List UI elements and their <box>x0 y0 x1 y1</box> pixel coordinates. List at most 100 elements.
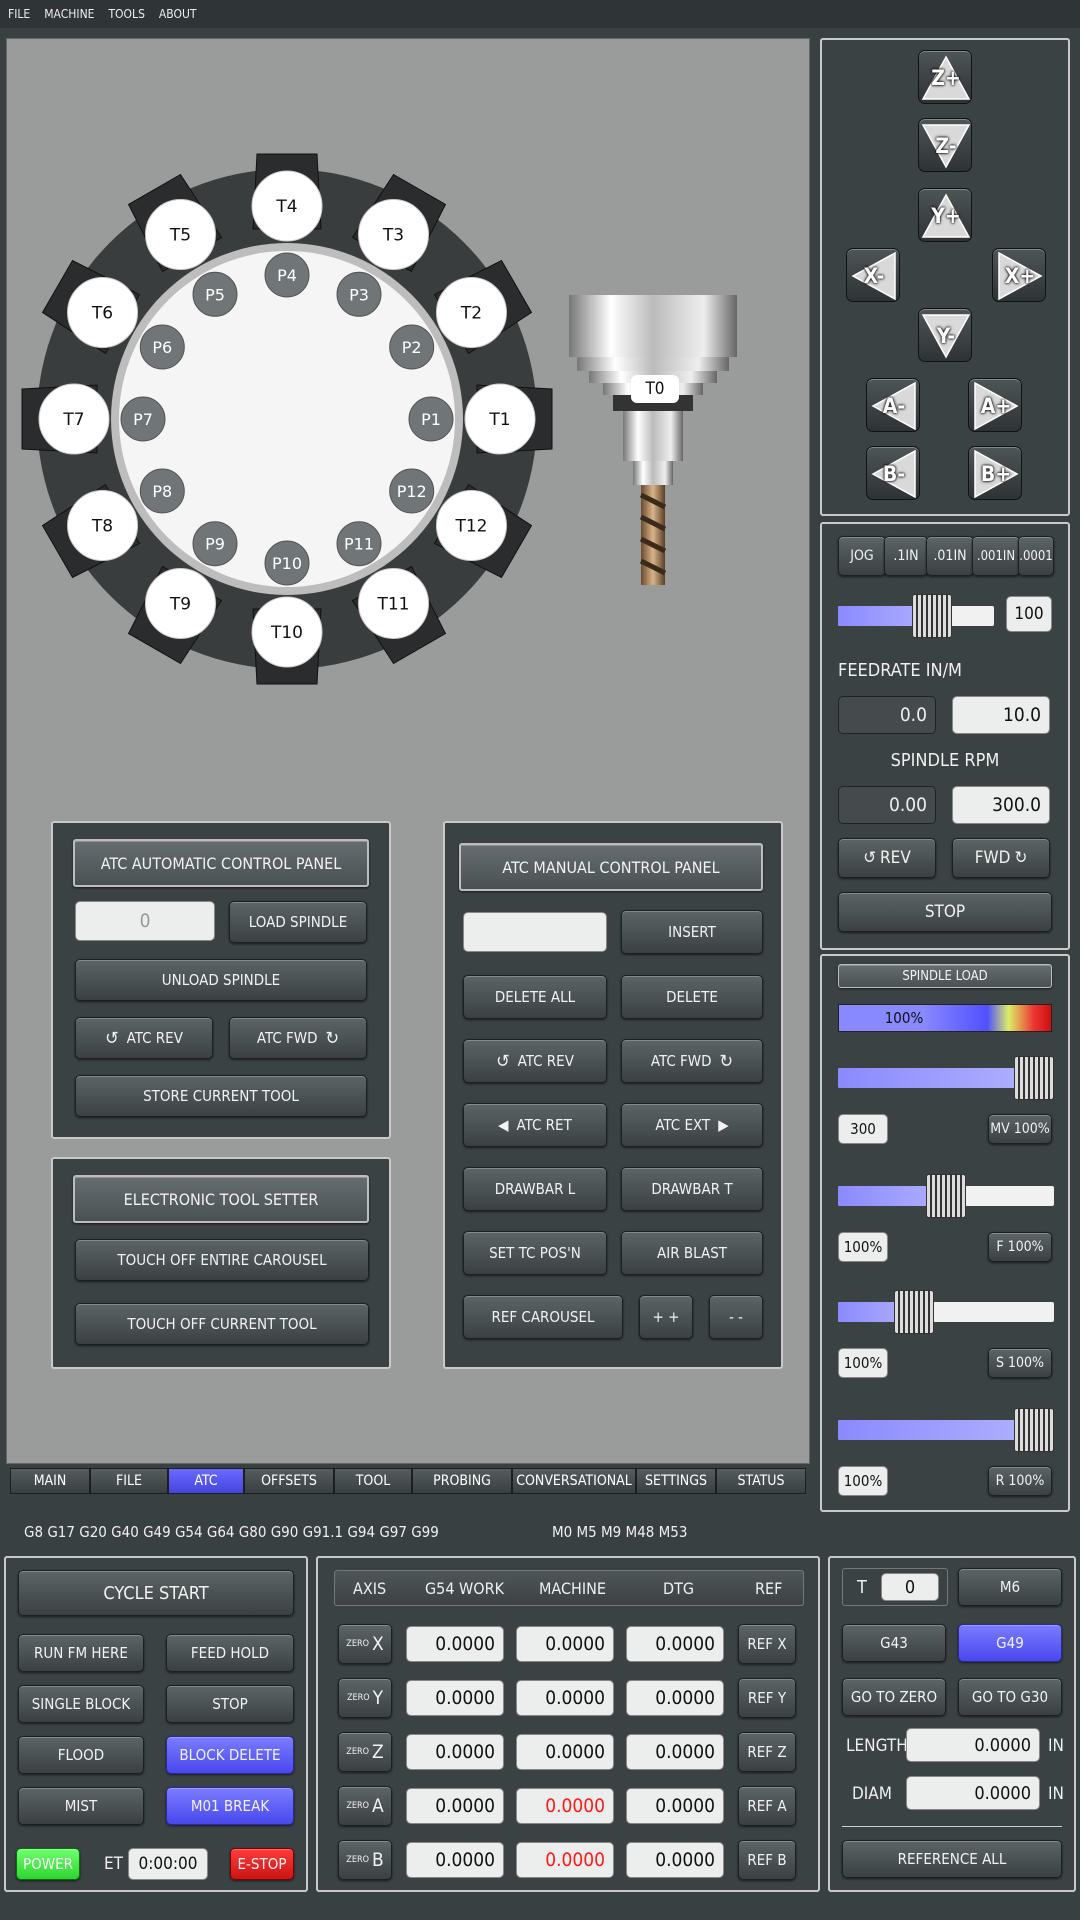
carousel-pocket-tool[interactable]: T6 <box>67 277 139 348</box>
tab-status[interactable]: STATUS <box>716 1468 806 1494</box>
load-spindle-button[interactable]: LOAD SPINDLE <box>229 901 367 943</box>
jog-mode-point0001[interactable]: .0001 <box>1018 536 1054 576</box>
block-delete-button[interactable]: BLOCK DELETE <box>166 1736 294 1774</box>
jog-rate-handle[interactable] <box>911 594 952 638</box>
spindle-override-reset-button[interactable]: S 100% <box>988 1348 1052 1378</box>
ref-y-button[interactable]: REF Y <box>738 1678 796 1718</box>
manual-atc-fwd-button[interactable]: ATC FWD ↻ <box>621 1039 763 1083</box>
mist-button[interactable]: MIST <box>18 1787 144 1825</box>
insert-button[interactable]: INSERT <box>621 910 763 954</box>
dro-y-work[interactable]: 0.0000 <box>406 1680 504 1716</box>
atc-ret-button[interactable]: ◀ ATC RET <box>463 1103 607 1147</box>
carousel-pocket-tool[interactable]: T3 <box>358 199 429 271</box>
touch-off-entire-carousel-button[interactable]: TOUCH OFF ENTIRE CAROUSEL <box>75 1239 369 1281</box>
menu-about[interactable]: ABOUT <box>159 7 197 21</box>
carousel-pocket-tool[interactable]: T10 <box>251 596 323 668</box>
tool-number-field[interactable]: 0 <box>881 1573 939 1601</box>
g49-button[interactable]: G49 <box>958 1624 1062 1662</box>
program-stop-button[interactable]: STOP <box>166 1685 294 1723</box>
touch-off-current-tool-button[interactable]: TOUCH OFF CURRENT TOOL <box>75 1303 369 1345</box>
tab-atc[interactable]: ATC <box>168 1468 244 1494</box>
feed-override-handle[interactable] <box>926 1174 966 1218</box>
jog-b+-button[interactable]: B+ <box>968 446 1022 500</box>
m6-button[interactable]: M6 <box>958 1568 1062 1606</box>
set-tc-position-button[interactable]: SET TC POS'N <box>463 1231 607 1275</box>
zero-y-button[interactable]: ZERO Y <box>338 1678 392 1718</box>
single-block-button[interactable]: SINGLE BLOCK <box>18 1685 144 1723</box>
ref-a-button[interactable]: REF A <box>738 1786 796 1826</box>
tab-probing[interactable]: PROBING <box>412 1468 512 1494</box>
tab-offsets[interactable]: OFFSETS <box>244 1468 334 1494</box>
feedrate-set-field[interactable]: 10.0 <box>952 696 1050 734</box>
jog-x--button[interactable]: X- <box>846 248 900 302</box>
run-from-here-button[interactable]: RUN FM HERE <box>18 1634 144 1672</box>
mv-override-reset-button[interactable]: MV 100% <box>988 1114 1052 1144</box>
menu-tools[interactable]: TOOLS <box>108 7 144 21</box>
tab-conversational[interactable]: CONVERSATIONAL <box>512 1468 636 1494</box>
carousel-pocket-tool[interactable]: T2 <box>435 277 507 348</box>
dro-b-work[interactable]: 0.0000 <box>406 1842 504 1878</box>
estop-button[interactable]: E-STOP <box>230 1848 294 1880</box>
auto-atc-rev-button[interactable]: ↺ ATC REV <box>75 1017 213 1059</box>
m01-break-button[interactable]: M01 BREAK <box>166 1787 294 1825</box>
dro-z-work[interactable]: 0.0000 <box>406 1734 504 1770</box>
flood-button[interactable]: FLOOD <box>18 1736 144 1774</box>
carousel-minus-button[interactable]: - - <box>709 1295 763 1339</box>
spindle-rev-button[interactable]: ↺ REV <box>838 838 936 878</box>
delete-button[interactable]: DELETE <box>621 975 763 1019</box>
spindle-stop-button[interactable]: STOP <box>838 892 1052 932</box>
zero-a-button[interactable]: ZERO A <box>338 1786 392 1826</box>
jog-x+-button[interactable]: X+ <box>992 248 1046 302</box>
menu-file[interactable]: FILE <box>8 7 30 21</box>
jog-a+-button[interactable]: A+ <box>968 378 1022 432</box>
menu-machine[interactable]: MACHINE <box>44 7 94 21</box>
carousel-pocket-tool[interactable]: T1 <box>464 383 536 455</box>
drawbar-t-button[interactable]: DRAWBAR T <box>621 1167 763 1211</box>
tool-length-field[interactable]: 0.0000 <box>906 1728 1040 1762</box>
unload-spindle-button[interactable]: UNLOAD SPINDLE <box>75 959 367 1001</box>
spindle-fwd-button[interactable]: FWD ↻ <box>952 838 1050 878</box>
tab-settings[interactable]: SETTINGS <box>636 1468 716 1494</box>
jog-y--button[interactable]: Y- <box>918 308 972 362</box>
tab-main[interactable]: MAIN <box>10 1468 90 1494</box>
carousel-pocket-tool[interactable]: T5 <box>145 199 216 271</box>
dro-x-work[interactable]: 0.0000 <box>406 1626 504 1662</box>
jog-z+-button[interactable]: Z+ <box>918 50 972 104</box>
zero-x-button[interactable]: ZERO X <box>338 1624 392 1664</box>
ref-carousel-button[interactable]: REF CAROUSEL <box>463 1295 623 1339</box>
atc-manual-entry-field[interactable] <box>463 912 607 952</box>
ref-x-button[interactable]: REF X <box>738 1624 796 1664</box>
jog-b--button[interactable]: B- <box>866 446 920 500</box>
carousel-pocket-tool[interactable]: T8 <box>67 490 139 561</box>
dro-a-work[interactable]: 0.0000 <box>406 1788 504 1824</box>
carousel-plus-button[interactable]: + + <box>639 1295 693 1339</box>
feed-override-reset-button[interactable]: F 100% <box>988 1232 1052 1262</box>
ref-z-button[interactable]: REF Z <box>738 1732 796 1772</box>
manual-atc-rev-button[interactable]: ↺ ATC REV <box>463 1039 607 1083</box>
feed-hold-button[interactable]: FEED HOLD <box>166 1634 294 1672</box>
atc-tool-number-field[interactable]: 0 <box>75 901 215 941</box>
mv-override-handle[interactable] <box>1014 1056 1054 1100</box>
tool-diam-field[interactable]: 0.0000 <box>906 1776 1040 1810</box>
ref-b-button[interactable]: REF B <box>738 1840 796 1880</box>
carousel-pocket-tool[interactable]: T4 <box>251 170 323 242</box>
tab-tool[interactable]: TOOL <box>334 1468 412 1494</box>
zero-z-button[interactable]: ZERO Z <box>338 1732 392 1772</box>
spindle-override-handle[interactable] <box>893 1290 934 1334</box>
reference-all-button[interactable]: REFERENCE ALL <box>842 1840 1062 1878</box>
carousel-pocket-tool[interactable]: T9 <box>145 567 216 639</box>
atc-ext-button[interactable]: ATC EXT ▶ <box>621 1103 763 1147</box>
rapid-override-handle[interactable] <box>1014 1408 1054 1452</box>
drawbar-l-button[interactable]: DRAWBAR L <box>463 1167 607 1211</box>
spindle-rpm-set-field[interactable]: 300.0 <box>952 786 1050 824</box>
delete-all-button[interactable]: DELETE ALL <box>463 975 607 1019</box>
jog-mode-continuous[interactable]: JOG <box>838 536 886 576</box>
jog-mode-point001[interactable]: .001IN <box>972 536 1020 576</box>
jog-mode-point01[interactable]: .01IN <box>926 536 974 576</box>
rapid-override-reset-button[interactable]: R 100% <box>988 1466 1052 1496</box>
jog-a--button[interactable]: A- <box>866 378 920 432</box>
carousel-pocket-tool[interactable]: T11 <box>358 567 429 639</box>
zero-b-button[interactable]: ZERO B <box>338 1840 392 1880</box>
jog-y+-button[interactable]: Y+ <box>918 188 972 242</box>
air-blast-button[interactable]: AIR BLAST <box>621 1231 763 1275</box>
